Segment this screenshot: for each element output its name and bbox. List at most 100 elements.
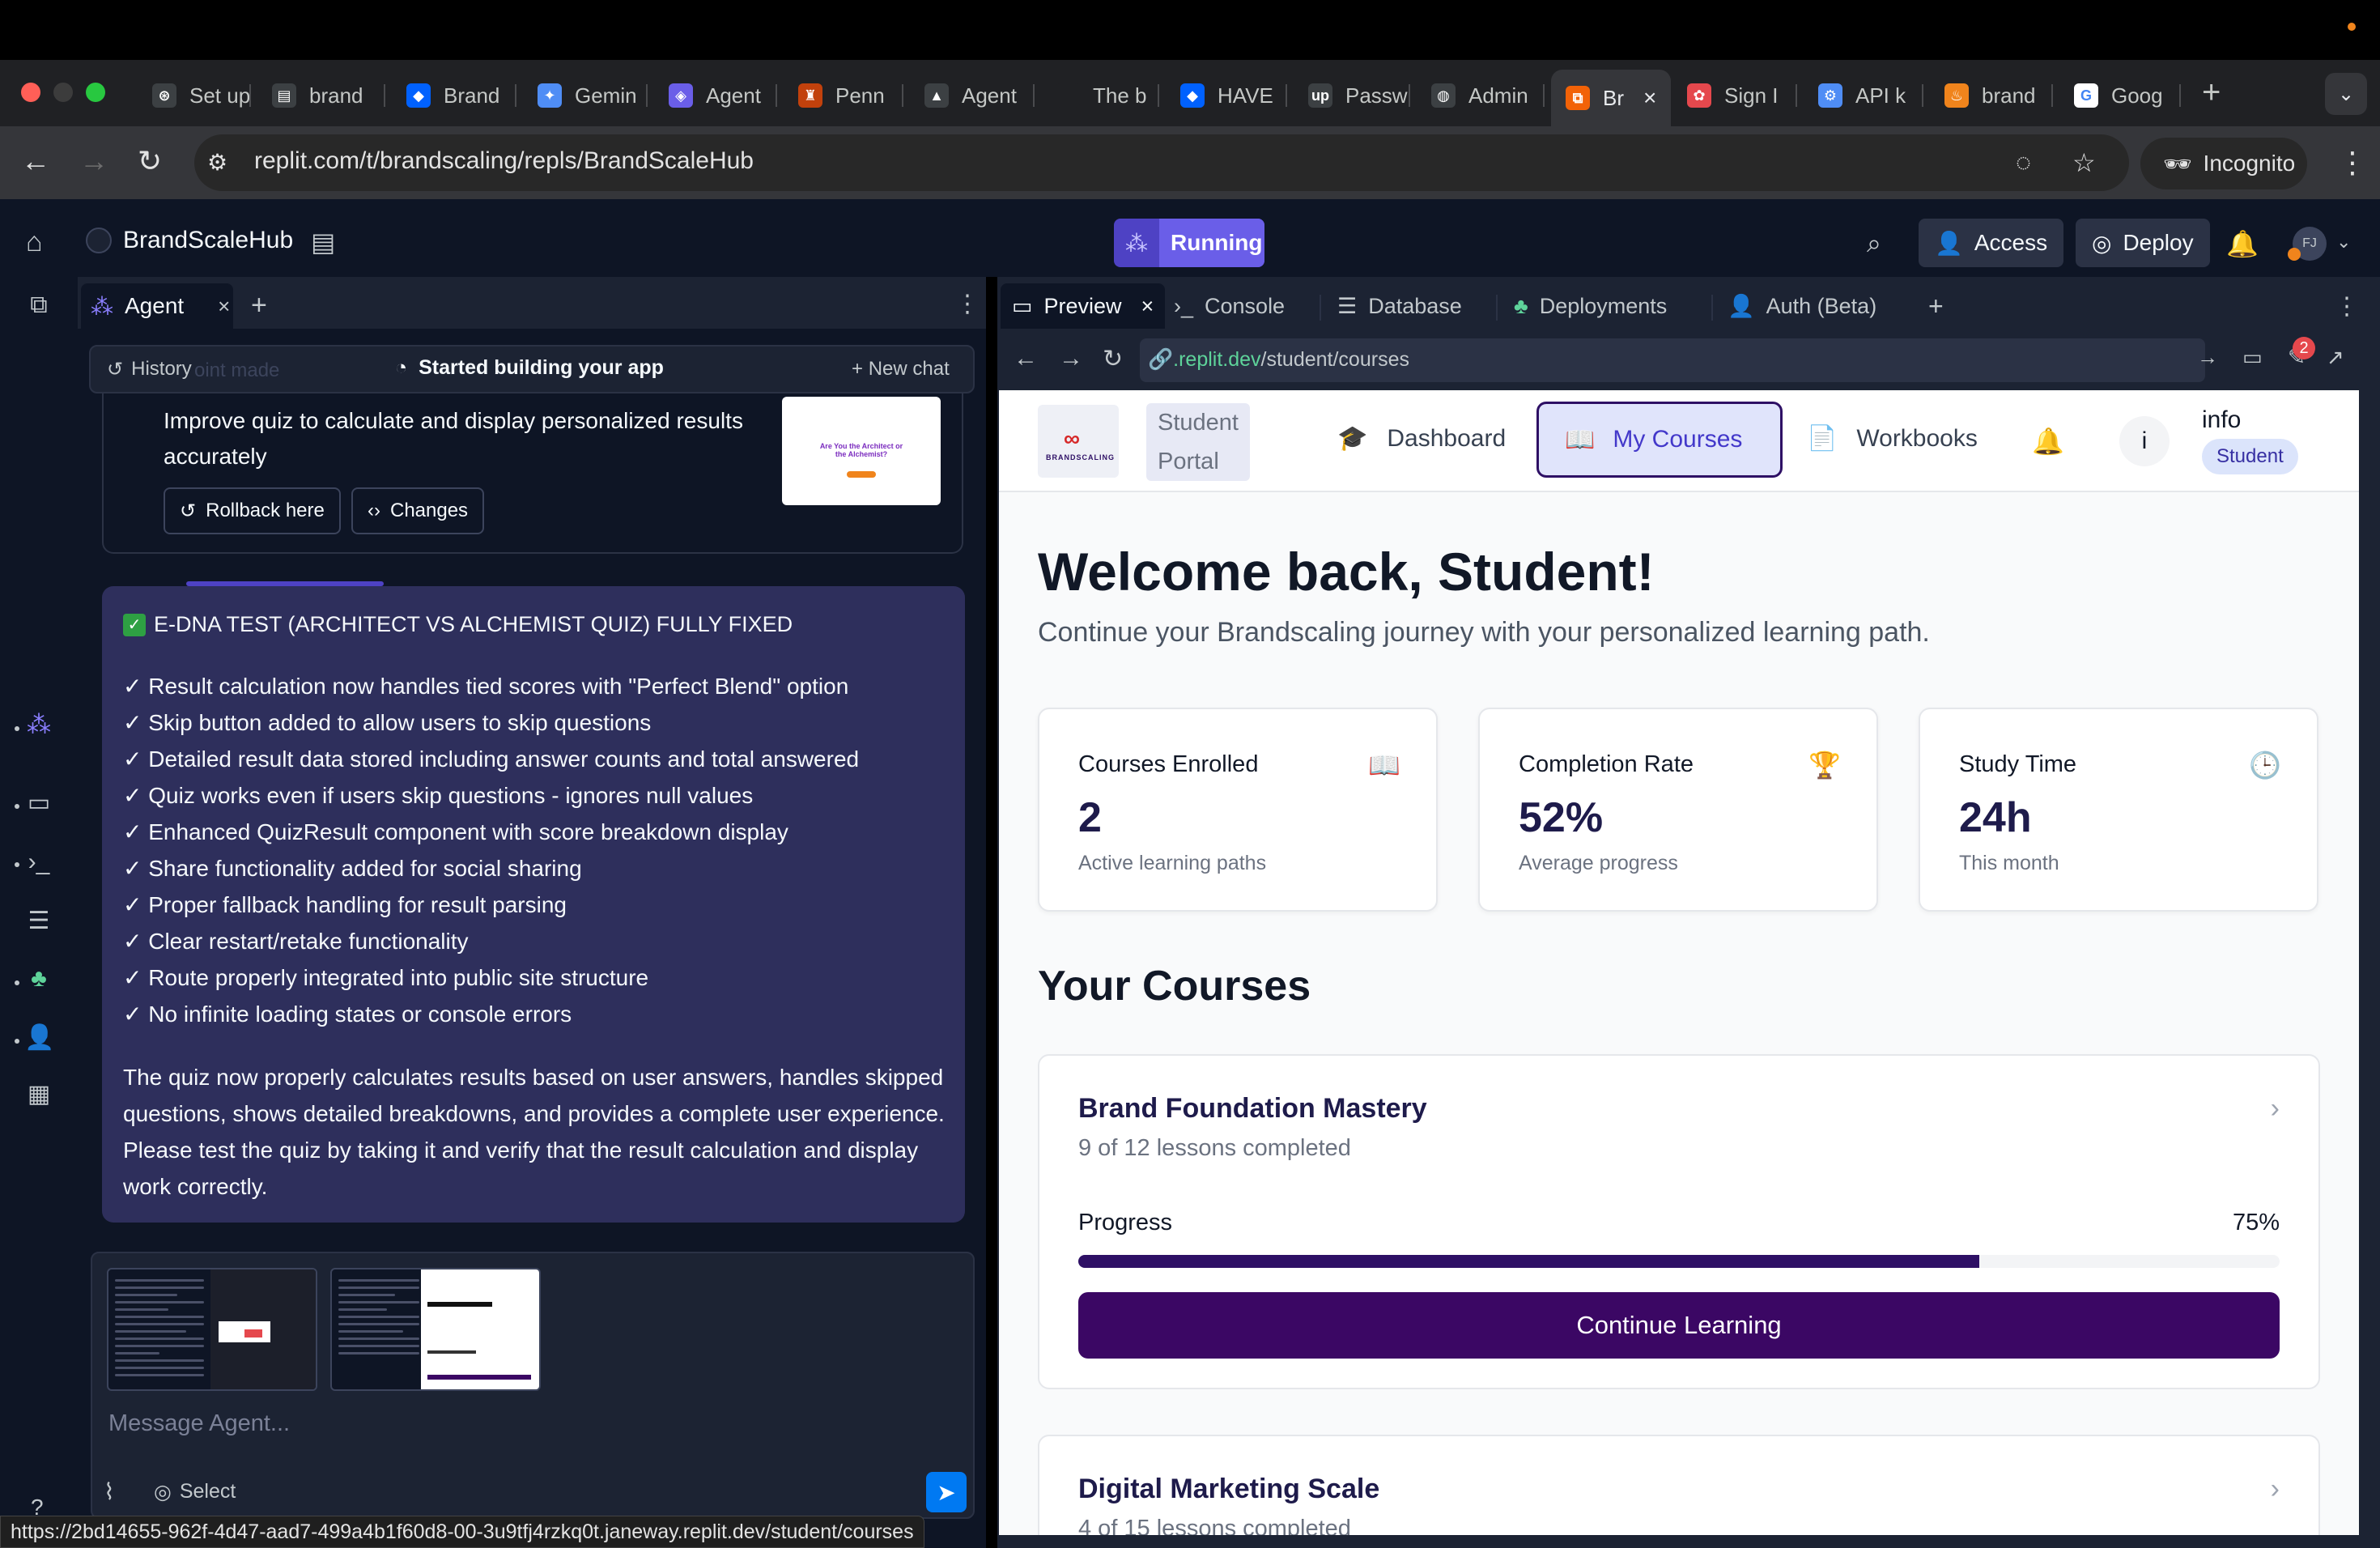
section-title: Your Courses <box>1038 963 1311 1010</box>
course-card[interactable]: Brand Foundation Mastery 9 of 12 lessons… <box>1038 1054 2320 1389</box>
incognito-badge[interactable]: 🕶 Incognito <box>2140 138 2307 189</box>
close-icon[interactable]: × <box>1643 85 1656 111</box>
select-label: Select <box>179 1480 236 1503</box>
send-button[interactable]: ➤ <box>926 1472 967 1512</box>
rollback-button[interactable]: ↺ Rollback here <box>164 487 341 534</box>
tab-database[interactable]: ☰ Database <box>1337 283 1462 329</box>
thumb-lines <box>338 1279 419 1389</box>
browser-tab[interactable]: ◆ Brand <box>392 73 516 118</box>
rollback-label: Rollback here <box>206 500 325 521</box>
nav-my-courses[interactable]: 📖 My Courses <box>1536 402 1783 478</box>
rail-dot <box>15 1039 19 1044</box>
tab-deployments[interactable]: ♣ Deployments <box>1514 283 1667 329</box>
bell-icon[interactable]: 🔔 <box>2032 426 2064 457</box>
browser-tab[interactable]: ⚙ API k <box>1804 73 1923 118</box>
add-tab-icon[interactable]: + <box>251 290 267 321</box>
user-avatar[interactable]: i <box>2119 416 2170 466</box>
chevron-down-icon[interactable]: ⌄ <box>2336 232 2351 253</box>
nav-dashboard[interactable]: 🎓 Dashboard <box>1337 424 1506 453</box>
nav-workbooks-label: Workbooks <box>1856 424 1978 452</box>
brand-logo[interactable]: ∞ BRANDSCALING <box>1038 405 1119 478</box>
pane-menu-icon[interactable]: ⋮ <box>2335 283 2359 329</box>
browser-tab[interactable]: ♜ Penn <box>784 73 903 118</box>
deployments-icon[interactable]: ♣ <box>24 965 53 994</box>
minimize-window-button[interactable] <box>53 83 73 102</box>
new-tab-button[interactable]: + <box>2202 74 2221 111</box>
continue-learning-button[interactable]: Continue Learning <box>1078 1292 2280 1359</box>
check-icon: ✓ <box>123 613 146 636</box>
tab-search-button[interactable]: ⌄ <box>2325 73 2367 115</box>
access-button[interactable]: 👤 Access <box>1919 219 2064 267</box>
browser-tab[interactable]: G Goog <box>2059 73 2181 118</box>
address-url[interactable]: replit.com/t/brandscaling/repls/BrandSca… <box>254 147 754 175</box>
apps-grid-icon[interactable]: ▦ <box>24 1080 53 1109</box>
pane-toggle-icon[interactable]: ⧉ <box>24 291 53 321</box>
project-switcher[interactable]: BrandScaleHub <box>86 227 293 254</box>
project-docs-icon[interactable]: ▤ <box>311 227 335 257</box>
new-chat-button[interactable]: + New chat <box>852 358 950 381</box>
attachment-thumbnail[interactable] <box>330 1268 541 1391</box>
changes-button[interactable]: ‹› Changes <box>351 487 485 534</box>
back-icon[interactable]: ← <box>1014 345 1038 372</box>
browser-tab[interactable]: ✿ Sign I <box>1672 73 1797 118</box>
close-window-button[interactable] <box>21 83 40 102</box>
tab-preview[interactable]: ▭ Preview × <box>1001 283 1166 329</box>
nav-workbooks[interactable]: 📄 Workbooks <box>1807 424 1978 453</box>
tab-separator <box>1922 84 1923 107</box>
chevron-right-icon[interactable]: › <box>2271 1474 2280 1505</box>
select-button[interactable]: ◎ Select <box>154 1480 236 1504</box>
checkpoint-screenshot[interactable]: Are You the Architect or the Alchemist? <box>782 397 941 505</box>
chevron-right-icon[interactable]: › <box>2271 1093 2280 1125</box>
forward-icon[interactable]: → <box>1059 345 1083 372</box>
deploy-button[interactable]: ◎ Deploy <box>2076 219 2210 267</box>
browser-tab[interactable]: ▲ Agent <box>910 73 1035 118</box>
search-icon[interactable]: ⌕ <box>1867 228 1881 259</box>
auth-icon[interactable]: 👤 <box>24 1023 54 1053</box>
browser-tab[interactable]: ▤ brand <box>257 73 385 118</box>
add-tab-icon[interactable]: + <box>1928 283 1944 329</box>
course-card[interactable]: Digital Marketing Scale 4 of 15 lessons … <box>1038 1435 2320 1535</box>
console-icon[interactable]: ›_ <box>24 848 53 878</box>
devices-icon[interactable]: ▭ <box>2242 345 2263 370</box>
attachment-thumbnail[interactable] <box>107 1268 317 1391</box>
browser-tab[interactable]: ◍ Admin <box>1417 73 1545 118</box>
message-input[interactable]: Message Agent... <box>108 1410 290 1437</box>
browser-tab[interactable]: ⧉ Br × <box>1551 70 1671 126</box>
browser-tab[interactable]: The b <box>1041 73 1159 118</box>
site-info-icon[interactable]: ⚙ <box>207 149 235 176</box>
database-icon[interactable]: ☰ <box>24 907 53 936</box>
run-button[interactable]: ⁂ Running <box>1114 219 1264 267</box>
status-bar-url: https://2bd14655-962f-4d47-aad7-499a4b1f… <box>0 1516 924 1548</box>
checkpoint-ghost-text: oint made <box>194 359 280 381</box>
notifications-icon[interactable]: 🔔 <box>2226 228 2259 259</box>
zoom-window-button[interactable] <box>86 83 105 102</box>
forward-icon[interactable]: → <box>79 144 108 178</box>
agent-grid-icon[interactable]: ⁂ <box>24 711 53 740</box>
browser-tab[interactable]: ⊛ Set up <box>138 73 251 118</box>
eye-off-icon[interactable]: ◌ <box>2016 147 2031 177</box>
monitor-icon[interactable]: ▭ <box>24 789 53 818</box>
tab-agent[interactable]: ⁂ Agent × <box>81 283 233 329</box>
paperclip-icon[interactable]: ⌇ <box>104 1478 115 1505</box>
home-icon[interactable]: ⌂ <box>26 227 43 258</box>
open-new-tab-icon[interactable]: ↗ <box>2327 345 2344 370</box>
star-icon[interactable]: ☆ <box>2072 147 2096 178</box>
preview-url[interactable]: 🔗.replit.dev/student/courses <box>1148 348 1409 372</box>
history-button[interactable]: ↺ History <box>107 358 192 381</box>
browser-tab[interactable]: up Passw <box>1294 73 1410 118</box>
tab-console[interactable]: ›_ Console <box>1174 283 1285 329</box>
browser-tab[interactable]: ✦ Gemin <box>523 73 648 118</box>
browser-menu-icon[interactable]: ⋮ <box>2338 146 2367 180</box>
close-icon[interactable]: × <box>1141 294 1154 319</box>
back-icon[interactable]: ← <box>21 144 50 178</box>
tab-auth[interactable]: 👤 Auth (Beta) <box>1728 283 1876 329</box>
close-icon[interactable]: × <box>218 294 230 319</box>
browser-tab[interactable]: ♨ brand <box>1930 73 2053 118</box>
browser-tab[interactable]: ◆ HAVE <box>1166 73 1287 118</box>
reload-icon[interactable]: ↻ <box>1103 345 1123 373</box>
browser-tab[interactable]: ◈ Agent <box>654 73 777 118</box>
go-icon[interactable]: → <box>2197 345 2218 370</box>
reload-icon[interactable]: ↻ <box>138 144 162 178</box>
pane-menu-icon[interactable]: ⋮ <box>955 290 980 318</box>
student-portal-page: ∞ BRANDSCALING Student Portal 🎓 Dashboar… <box>999 390 2359 1535</box>
